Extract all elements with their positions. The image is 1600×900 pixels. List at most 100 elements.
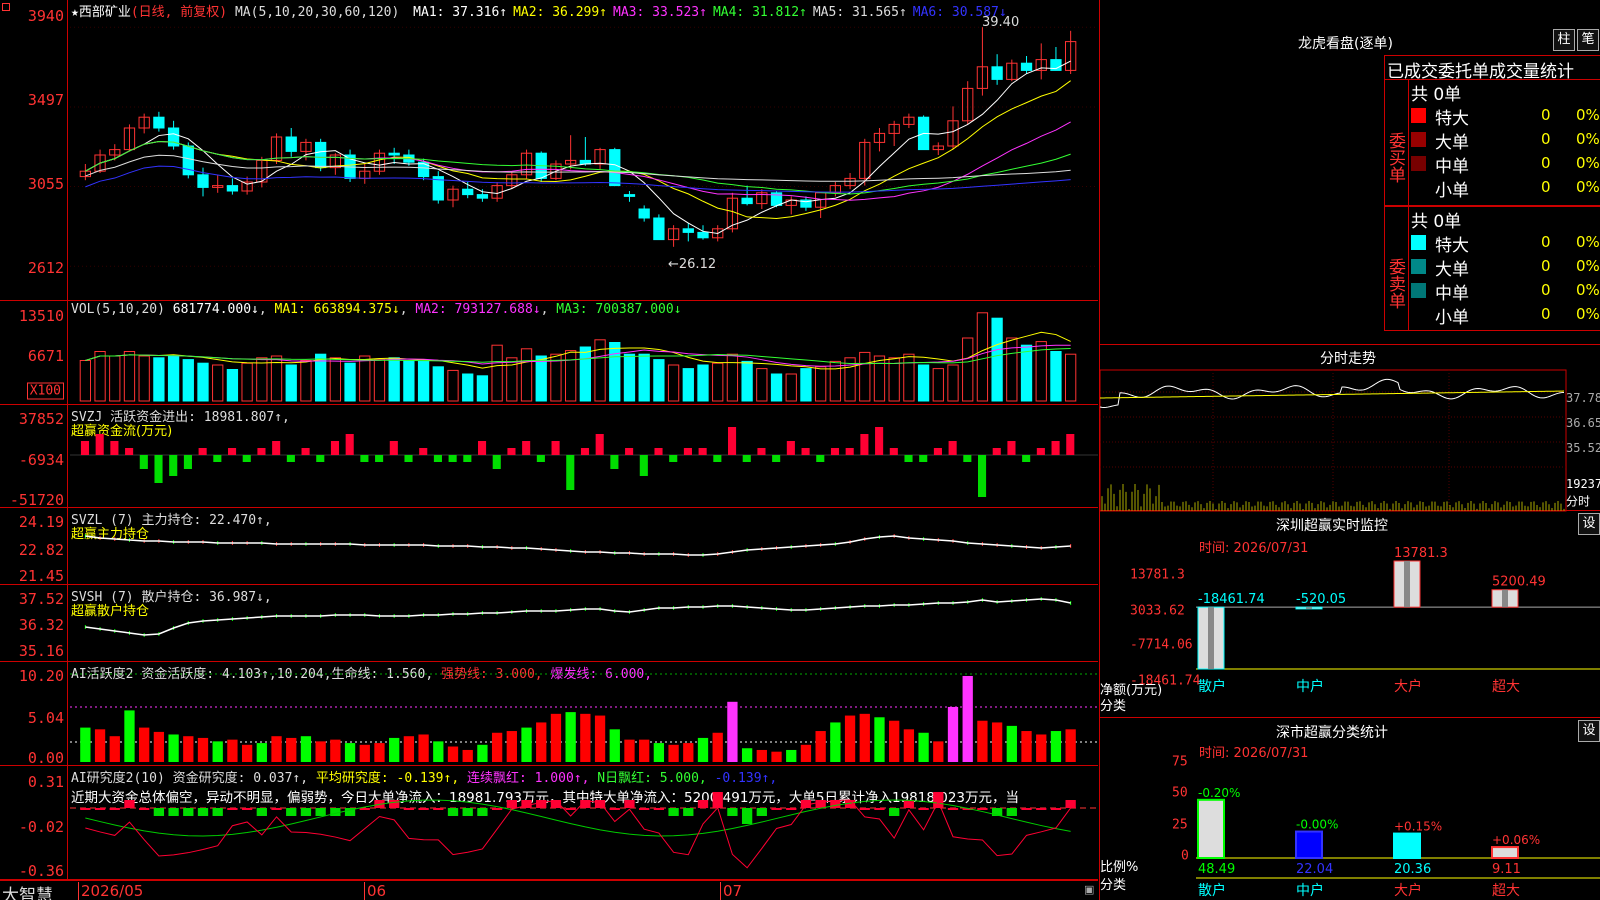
svzj-bar — [360, 455, 369, 462]
classify-category: 中户 — [1296, 882, 1324, 899]
classify-panel[interactable]: 深市超赢分类统计 设 时间: 2026/07/31 75 50 25 0 比例%… — [1099, 718, 1600, 900]
x-axis-bar: 大智慧 2026/05 06 07 ▣ — [0, 880, 1098, 900]
svzj-bar — [154, 455, 163, 483]
order-color-swatch — [1411, 259, 1426, 274]
ai2-bar — [389, 800, 400, 808]
ai2-ytick: -0.36 — [18, 862, 64, 880]
order-color-swatch — [1411, 156, 1426, 171]
candle-body — [623, 194, 636, 197]
svzj-bar — [580, 448, 590, 455]
ai1-bar — [844, 715, 856, 762]
ai1-bar — [933, 741, 944, 762]
volume-unit[interactable]: X100 — [26, 382, 64, 400]
monitor-chart[interactable]: -18461.74 散户 -520.05 中户 13781.3 大户 5200.49 超大 — [1196, 546, 1600, 718]
svzl-chart[interactable] — [70, 508, 1098, 585]
volume-chart[interactable] — [70, 301, 1098, 405]
volume-bar — [197, 362, 209, 402]
volume-bar — [829, 360, 841, 402]
volume-bar — [153, 357, 165, 402]
low-price-label: ←26.12 — [668, 257, 716, 272]
ai2-bar — [447, 808, 459, 816]
kline-panel[interactable]: 3940 3497 3055 2612 ★西部矿业(日线, 前复权) MA(5,… — [0, 0, 1098, 301]
candle-body — [462, 188, 474, 196]
ai1-bar — [1021, 731, 1032, 762]
volume-bar — [212, 364, 224, 402]
svzj-bar — [419, 448, 428, 455]
ai1-bar — [830, 722, 841, 762]
svzj-bar — [830, 448, 840, 455]
ai2-bar — [712, 792, 723, 808]
classify-ytick: 25 — [1172, 817, 1188, 833]
order-percent: 0% — [1576, 233, 1600, 251]
order-row: 中单 0 0% — [1411, 279, 1600, 304]
ai-research-panel[interactable]: 0.31 -0.02 -0.36 AI研究度2(10) 资金研究度: 0.037… — [0, 766, 1098, 880]
volume-bar — [241, 362, 253, 402]
monitor-bar — [1491, 589, 1519, 608]
ai2-bar — [771, 808, 782, 810]
ai2-bar — [609, 808, 620, 810]
order-percent: 0% — [1576, 106, 1600, 124]
ai1-bar — [1065, 729, 1076, 762]
ai2-bar — [653, 808, 665, 810]
svsh-panel[interactable]: 37.52 36.32 35.16 SVSH (7) 散户持仓: 36.987↓… — [0, 585, 1098, 662]
svzl-line — [85, 535, 1071, 556]
ai2-bar — [1021, 808, 1032, 810]
classify-settings-button[interactable]: 设 — [1578, 720, 1600, 742]
ai2-bar — [1065, 800, 1076, 808]
svzj-bar — [669, 455, 678, 462]
monitor-xlabel: 分类 — [1100, 699, 1127, 714]
volume-panel[interactable]: 13510 6671 X100 VOL(5,10,20) 681774.000↓… — [0, 301, 1098, 405]
classify-top-label: +0.06% — [1492, 833, 1540, 847]
column-mode-button[interactable]: 柱 — [1553, 29, 1575, 51]
volume-bar — [94, 351, 106, 402]
ai-research-chart[interactable] — [70, 766, 1098, 880]
volume-bar — [888, 357, 900, 402]
classify-top-label: -0.00% — [1296, 818, 1338, 832]
svzj-panel[interactable]: 37852 -6934 -51720 SVZJ 活跃资金进出: 18981.80… — [0, 405, 1098, 509]
volume-ma-line — [85, 331, 1071, 370]
classify-bottom-label: 22.04 — [1296, 862, 1333, 877]
monitor-settings-button[interactable]: 设 — [1578, 513, 1600, 535]
volume-bar — [579, 346, 591, 402]
svzj-bar — [978, 455, 987, 497]
fenshi-panel[interactable]: 分时走势 37.78 36.65 35.52 19237 分时 — [1099, 345, 1600, 512]
ai-activity-panel[interactable]: 10.20 5.04 0.00 AI活跃度2 资金活跃度: 4.103↑,10.… — [0, 662, 1098, 767]
ai2-line-green — [85, 799, 1071, 837]
svsh-chart[interactable] — [70, 585, 1098, 662]
volume-bar — [800, 368, 812, 402]
volume-bar — [1050, 351, 1062, 402]
svzj-bar — [448, 455, 457, 462]
ai1-bar — [800, 744, 812, 762]
ai2-bar — [168, 808, 179, 816]
volume-bar — [432, 366, 444, 402]
lock-icon[interactable]: ▣ — [1084, 883, 1094, 896]
tick-mode-button[interactable]: 笔 — [1577, 29, 1599, 51]
ai1-bar — [153, 731, 165, 762]
classify-category: 大户 — [1394, 882, 1422, 899]
svzj-chart[interactable] — [70, 405, 1098, 508]
ai2-bar — [94, 808, 106, 810]
ai1-bar — [624, 739, 635, 762]
monitor-panel[interactable]: 深圳超赢实时监控 设 时间: 2026/07/31 13781.3 3033.6… — [1099, 511, 1600, 718]
ai2-bar — [212, 808, 223, 816]
order-type: 大单 — [1435, 260, 1469, 280]
ai1-bar — [389, 737, 400, 762]
ai1-bar — [771, 751, 782, 762]
kline-chart[interactable]: 39.40 ←26.12 — [70, 0, 1098, 300]
classify-chart[interactable]: -0.20% 48.49 散户 -0.00% 22.04 中户 +0.15% 20.36 大户 +… — [1196, 758, 1600, 900]
fenshi-chart[interactable] — [1099, 369, 1567, 512]
ai1-bar — [653, 743, 665, 762]
volume-bar — [697, 364, 709, 402]
ai1-bar — [330, 739, 341, 762]
order-type: 小单 — [1435, 181, 1469, 201]
ai2-bar — [286, 808, 297, 816]
volume-y-axis: 13510 6671 X100 — [0, 301, 68, 404]
svzl-panel[interactable]: 24.19 22.82 21.45 SVZL (7) 主力持仓: 22.470↑… — [0, 508, 1098, 585]
monitor-bar-shade — [1208, 607, 1214, 669]
volume-bar — [535, 355, 547, 402]
svzj-bar — [139, 455, 148, 469]
ai-activity-chart[interactable] — [70, 662, 1098, 766]
order-count: 0 — [1541, 106, 1551, 124]
ai2-bar — [506, 800, 517, 808]
svzj-bar — [728, 427, 737, 455]
